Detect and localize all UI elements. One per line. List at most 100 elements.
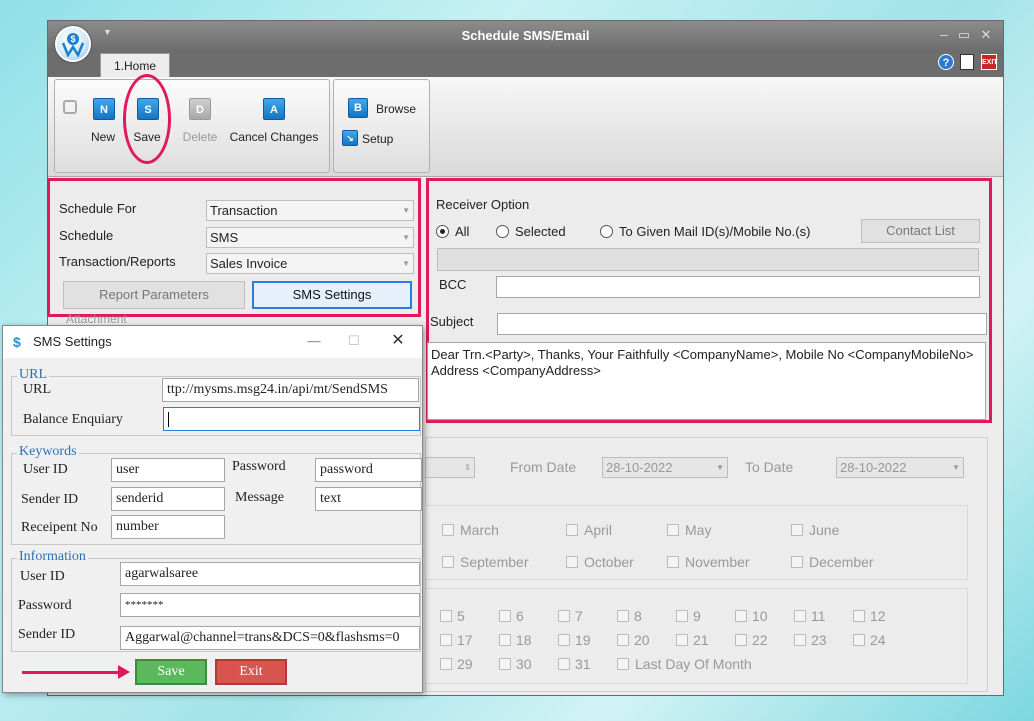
- month-checkbox[interactable]: [442, 524, 454, 536]
- bcc-label: BCC: [439, 277, 467, 292]
- chevron-down-icon: ▼: [716, 463, 724, 472]
- dialog-exit-button[interactable]: Exit: [215, 659, 287, 685]
- day-checkbox[interactable]: [558, 610, 570, 622]
- kw-password-label: Password: [232, 459, 286, 474]
- last-day-checkbox[interactable]: [617, 658, 629, 670]
- day-checkbox[interactable]: [499, 610, 511, 622]
- given-ids-input[interactable]: [437, 248, 979, 271]
- dialog-maximize-icon[interactable]: ☐: [343, 330, 365, 352]
- kw-message-input[interactable]: text: [315, 487, 422, 511]
- pointer-arrow-head-icon: [118, 665, 130, 679]
- month-checkbox[interactable]: [667, 524, 679, 536]
- month-label: March: [460, 522, 499, 538]
- browse-button[interactable]: Browse: [376, 102, 416, 116]
- info-password-input[interactable]: *******: [120, 593, 420, 617]
- schedule-select[interactable]: SMS ▼: [206, 227, 414, 248]
- radio-all[interactable]: [436, 225, 449, 238]
- month-checkbox[interactable]: [566, 556, 578, 568]
- number-spinner[interactable]: ⇕: [425, 457, 475, 478]
- day-checkbox[interactable]: [676, 610, 688, 622]
- svg-text:$: $: [70, 34, 75, 44]
- day-checkbox[interactable]: [499, 658, 511, 670]
- report-parameters-button[interactable]: Report Parameters: [63, 281, 245, 309]
- from-date-picker[interactable]: 28-10-2022 ▼: [602, 457, 728, 478]
- month-checkbox[interactable]: [667, 556, 679, 568]
- quick-access-dropdown-icon[interactable]: ▼: [103, 27, 112, 37]
- kw-sender-id-input[interactable]: senderid: [111, 487, 225, 511]
- day-label: 10: [752, 608, 768, 624]
- close-icon[interactable]: ✕: [978, 26, 994, 44]
- balance-enquiry-input[interactable]: [163, 407, 420, 431]
- day-checkbox[interactable]: [676, 634, 688, 646]
- day-checkbox[interactable]: [794, 610, 806, 622]
- info-user-id-input[interactable]: agarwalsaree: [120, 562, 420, 586]
- dialog-minimize-icon[interactable]: —: [303, 330, 325, 352]
- day-checkbox[interactable]: [499, 634, 511, 646]
- schedule-for-select[interactable]: Transaction ▼: [206, 200, 414, 221]
- new-button[interactable]: New: [83, 130, 123, 144]
- to-date-label: To Date: [745, 459, 794, 475]
- day-checkbox[interactable]: [735, 634, 747, 646]
- cancel-changes-button[interactable]: Cancel Changes: [225, 130, 323, 144]
- day-checkbox[interactable]: [558, 658, 570, 670]
- spinner-icon: ⇕: [464, 463, 471, 472]
- month-checkbox[interactable]: [791, 556, 803, 568]
- day-checkbox[interactable]: [617, 610, 629, 622]
- day-checkbox[interactable]: [440, 610, 452, 622]
- document-icon[interactable]: [960, 54, 974, 70]
- radio-given-ids[interactable]: [600, 225, 613, 238]
- day-label: 21: [693, 632, 709, 648]
- kw-receipent-label: Receipent No: [21, 520, 98, 535]
- dialog-save-button[interactable]: Save: [135, 659, 207, 685]
- bcc-input[interactable]: [496, 276, 980, 298]
- day-checkbox[interactable]: [794, 634, 806, 646]
- delete-button[interactable]: Delete: [175, 130, 225, 144]
- ribbon-tab-strip: [48, 51, 1003, 77]
- url-input[interactable]: ttp://mysms.msg24.in/api/mt/SendSMS: [162, 378, 419, 402]
- month-checkbox[interactable]: [442, 556, 454, 568]
- kw-user-id-input[interactable]: user: [111, 458, 225, 482]
- transaction-reports-select[interactable]: Sales Invoice ▼: [206, 253, 414, 274]
- month-label: September: [460, 554, 529, 570]
- month-label: May: [685, 522, 712, 538]
- day-checkbox[interactable]: [853, 634, 865, 646]
- contact-list-button[interactable]: Contact List: [861, 219, 980, 243]
- day-label: 17: [457, 632, 473, 648]
- day-checkbox[interactable]: [735, 610, 747, 622]
- exit-app-icon[interactable]: EXIT: [981, 54, 998, 70]
- subject-input[interactable]: [497, 313, 987, 335]
- kw-password-input[interactable]: password: [315, 458, 422, 482]
- setup-button[interactable]: Setup: [362, 132, 393, 146]
- month-checkbox[interactable]: [791, 524, 803, 536]
- transaction-reports-label: Transaction/Reports: [59, 254, 176, 269]
- app-logo[interactable]: $: [55, 26, 91, 62]
- text-cursor: [168, 412, 169, 427]
- info-sender-id-input[interactable]: Aggarwal@channel=trans&DCS=0&flashsms=0: [120, 626, 420, 650]
- day-checkbox[interactable]: [440, 658, 452, 670]
- maximize-icon[interactable]: ▭: [956, 26, 972, 44]
- day-checkbox[interactable]: [853, 610, 865, 622]
- day-label: 29: [457, 656, 473, 672]
- to-date-picker[interactable]: 28-10-2022 ▼: [836, 457, 964, 478]
- day-label: 5: [457, 608, 465, 624]
- message-textarea[interactable]: Dear Trn.<Party>, Thanks, Your Faithfull…: [427, 342, 986, 420]
- sms-settings-button[interactable]: SMS Settings: [252, 281, 412, 309]
- radio-given-ids-label: To Given Mail ID(s)/Mobile No.(s): [619, 224, 811, 239]
- kw-receipent-input[interactable]: number: [111, 515, 225, 539]
- browse-icon: B: [348, 98, 368, 118]
- minimize-icon[interactable]: ‒: [936, 26, 952, 44]
- month-checkbox[interactable]: [566, 524, 578, 536]
- help-icon[interactable]: ?: [938, 54, 954, 70]
- keywords-group-title: Keywords: [17, 444, 79, 460]
- dialog-title: SMS Settings: [33, 334, 112, 349]
- radio-selected[interactable]: [496, 225, 509, 238]
- chevron-down-icon: ▼: [402, 259, 410, 268]
- tab-home[interactable]: 1.Home: [100, 53, 170, 77]
- pointer-arrow-shaft: [22, 671, 122, 674]
- information-group-title: Information: [17, 549, 88, 565]
- day-checkbox[interactable]: [440, 634, 452, 646]
- day-checkbox[interactable]: [558, 634, 570, 646]
- day-label: 6: [516, 608, 524, 624]
- dialog-close-icon[interactable]: ✕: [387, 330, 409, 352]
- day-checkbox[interactable]: [617, 634, 629, 646]
